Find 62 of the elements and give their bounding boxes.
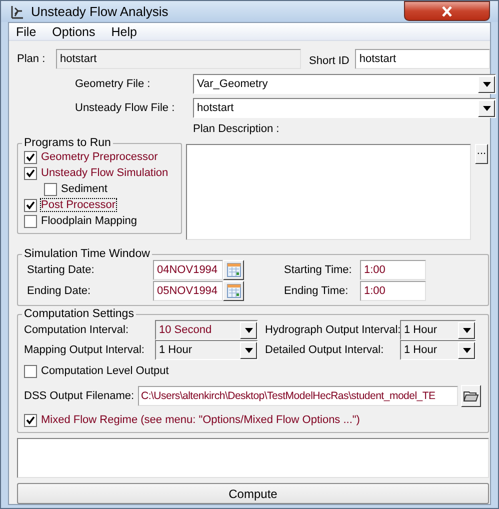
plan-field[interactable]: hotstart [56, 49, 301, 69]
interval-dropdown[interactable]: 1 Hour [400, 320, 476, 340]
file-label: Geometry File : [74, 78, 152, 90]
group-title: Simulation Time Window [23, 248, 151, 260]
interval-label: Hydrograph Output Interval: [264, 324, 400, 336]
time-label: Starting Time: [283, 264, 353, 276]
interval-label: Computation Interval: [24, 324, 130, 336]
time-label: Ending Time: [283, 285, 350, 297]
checkmark-icon [26, 200, 35, 210]
plan-description-label: Plan Description : [193, 123, 280, 135]
interval-dropdown[interactable]: 1 Hour [155, 340, 258, 360]
file-dropdown[interactable]: hotstart [193, 98, 496, 118]
menu-item[interactable]: Help [111, 24, 137, 38]
program-option[interactable]: Unsteady Flow Simulation [41, 167, 168, 179]
interval-label: Detailed Output Interval: [264, 344, 385, 356]
more-button[interactable]: ... [475, 144, 488, 164]
file-dropdown[interactable]: Var_Geometry [193, 74, 496, 94]
calendar-icon [226, 263, 240, 277]
interval-dropdown[interactable]: 1 Hour [400, 340, 476, 360]
checkbox[interactable] [24, 198, 37, 212]
checkmark-icon [26, 416, 35, 424]
program-option[interactable]: Geometry Preprocessor [41, 151, 158, 163]
checkbox[interactable] [24, 414, 37, 426]
plan-description-field[interactable] [186, 144, 471, 240]
date-label: Starting Date: [26, 264, 96, 276]
close-button[interactable] [404, 1, 490, 21]
program-option[interactable]: Floodplain Mapping [41, 215, 138, 227]
group-title: Computation Settings [23, 308, 135, 320]
program-option[interactable]: Sediment [61, 183, 108, 195]
short-id-field[interactable]: hotstart [355, 49, 490, 69]
date-field[interactable]: 05NOV1994 [153, 281, 223, 301]
dss-filename-field[interactable]: C:\Users\altenkirch\Desktop\TestModelHecRas\student_model_TE [138, 386, 458, 406]
folder-icon [463, 389, 479, 403]
checkbox[interactable] [24, 214, 37, 228]
program-option[interactable]: Post Processor [41, 199, 116, 211]
time-field[interactable]: 1:00 [360, 281, 426, 301]
calendar-button[interactable] [223, 281, 244, 301]
app-icon [9, 4, 25, 20]
level-output-option[interactable]: Computation Level Output [41, 365, 169, 377]
dss-filename-label: DSS Output Filename: [24, 390, 136, 402]
calendar-icon [226, 284, 240, 298]
short-id-label: Short ID [309, 55, 350, 67]
checkbox[interactable] [44, 182, 57, 196]
checkbox[interactable] [24, 166, 37, 180]
browse-button[interactable] [461, 385, 481, 407]
mixed-flow-option[interactable]: Mixed Flow Regime (see menu: "Options/Mixed Flow Options ...") [41, 414, 360, 426]
calendar-button[interactable] [223, 260, 244, 280]
date-field[interactable]: 04NOV1994 [153, 260, 223, 280]
date-label: Ending Date: [26, 285, 92, 297]
interval-label: Mapping Output Interval: [24, 344, 146, 356]
compute-button[interactable]: Compute [17, 483, 489, 504]
time-field[interactable]: 1:00 [360, 260, 426, 280]
window-title: Unsteady Flow Analysis [31, 4, 168, 19]
checkbox[interactable] [24, 364, 37, 378]
file-label: Unsteady Flow File : [74, 102, 176, 114]
interval-dropdown[interactable]: 10 Second [155, 320, 258, 340]
menu-item[interactable]: File [16, 24, 36, 38]
group-title: Programs to Run [23, 137, 112, 149]
close-icon [441, 6, 453, 16]
plan-label: Plan : [17, 53, 46, 65]
menu-item[interactable]: Options [52, 24, 96, 38]
checkbox[interactable] [24, 150, 37, 164]
